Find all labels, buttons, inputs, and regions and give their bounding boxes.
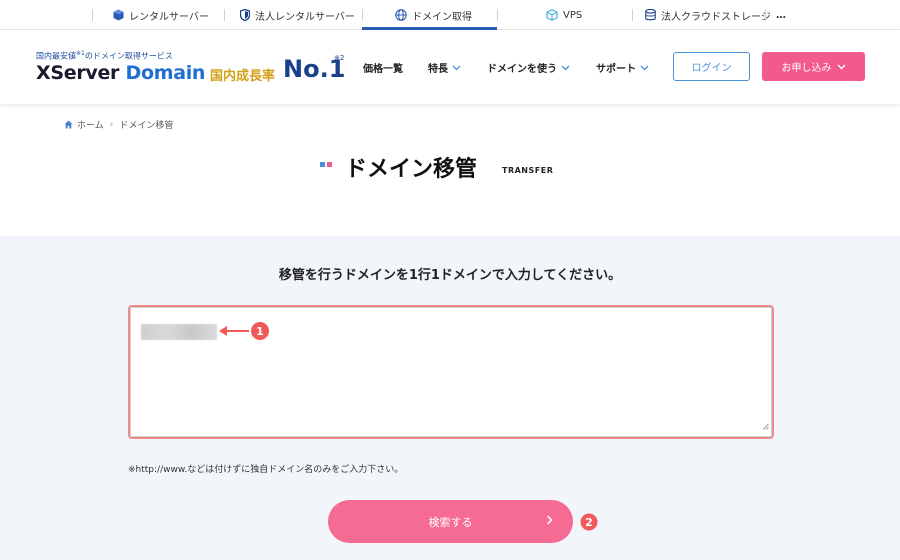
nav-features[interactable]: 特長 <box>428 60 461 75</box>
tab-divider <box>497 9 498 21</box>
resize-handle-icon[interactable] <box>762 415 769 434</box>
tab-corporate-rental-server[interactable]: 法人レンタルサーバー <box>240 0 355 30</box>
xserver-domain-logo[interactable]: XServer Domain <box>36 62 205 84</box>
breadcrumb-home-link[interactable]: ホーム <box>77 118 104 131</box>
marker-1-number: 1 <box>256 325 264 338</box>
tab-label: レンタルサーバー <box>129 11 209 23</box>
marker-2-number: 2 <box>585 516 593 529</box>
more-menu-button[interactable]: … <box>776 0 786 30</box>
nav-label: 価格一覧 <box>363 64 403 75</box>
page-subtitle: TRANSFER <box>502 166 554 175</box>
more-label: … <box>776 9 786 21</box>
login-label: ログイン <box>691 63 732 74</box>
tab-domain[interactable]: ドメイン取得 <box>395 0 472 30</box>
tagline-footnote: ※1 <box>76 50 85 57</box>
chevron-down-icon <box>640 65 649 71</box>
growth-label: 国内成長率 <box>210 69 276 84</box>
tab-divider <box>362 9 363 21</box>
chevron-right-icon <box>546 514 553 526</box>
logo-tagline: 国内最安値※1のドメイン取得サービス <box>36 50 173 62</box>
nav-price-list[interactable]: 価格一覧 <box>363 60 403 75</box>
breadcrumb: ホーム › ドメイン移管 <box>64 118 173 131</box>
chevron-down-icon <box>837 64 846 70</box>
form-instruction: 移管を行うドメインを1行1ドメインで入力してください。 <box>278 268 622 283</box>
logo-prefix: XServer <box>36 62 120 84</box>
tab-vps[interactable]: VPS <box>546 0 582 30</box>
breadcrumb-current: ドメイン移管 <box>119 121 174 131</box>
login-button[interactable]: ログイン <box>673 52 750 81</box>
nav-use-domain[interactable]: ドメインを使う <box>487 60 570 75</box>
search-button[interactable]: 検索する <box>328 500 573 543</box>
tagline-rest: のドメイン取得サービス <box>84 51 173 61</box>
input-note: ※http://www.などは付けずに独自ドメイン名のみをご入力下さい。 <box>128 465 404 475</box>
tab-rental-server[interactable]: レンタルサーバー <box>113 0 209 30</box>
tab-cloud-storage[interactable]: 法人クラウドストレージ <box>645 0 771 30</box>
nav-support[interactable]: サポート <box>596 60 649 75</box>
database-icon <box>645 9 656 21</box>
chevron-down-icon <box>452 65 461 71</box>
site-header: 国内最安値※1のドメイン取得サービス XServer Domain 国内成長率 … <box>0 30 900 104</box>
apply-button[interactable]: お申し込み <box>762 52 865 81</box>
page-title: ドメイン移管 <box>345 157 478 182</box>
apply-label: お申し込み <box>781 63 832 74</box>
nav-label: ドメインを使う <box>487 64 557 75</box>
annotation-arrow-1: 1 <box>218 321 272 345</box>
breadcrumb-separator: › <box>109 119 114 130</box>
tab-label: 法人レンタルサーバー <box>255 11 355 23</box>
tagline-text: 国内最安値 <box>36 51 76 61</box>
tab-divider <box>92 9 93 21</box>
tab-label: VPS <box>563 9 583 21</box>
annotation-marker-2: 2 <box>580 513 598 535</box>
tab-label: 法人クラウドストレージ <box>661 11 771 23</box>
growth-footnote: ※2 <box>334 54 345 62</box>
search-label: 検索する <box>428 515 473 529</box>
tab-divider <box>632 9 633 21</box>
cube-icon <box>546 9 558 21</box>
logo-domain: Domain <box>125 62 206 84</box>
shield-icon <box>240 9 250 21</box>
nav-label: サポート <box>596 64 636 75</box>
title-decoration-icon <box>320 155 334 174</box>
server-cube-icon <box>113 9 124 21</box>
nav-label: 特長 <box>428 64 448 75</box>
tab-divider <box>765 9 766 21</box>
tab-divider <box>224 9 225 21</box>
chevron-down-icon <box>561 65 570 71</box>
home-icon <box>64 120 73 129</box>
globe-icon <box>395 9 407 21</box>
service-tab-bar: レンタルサーバー 法人レンタルサーバー ドメイン取得 VPS 法人クラウドストレ… <box>0 0 900 30</box>
tab-label: ドメイン取得 <box>412 11 472 23</box>
redacted-domain-text <box>141 324 217 340</box>
